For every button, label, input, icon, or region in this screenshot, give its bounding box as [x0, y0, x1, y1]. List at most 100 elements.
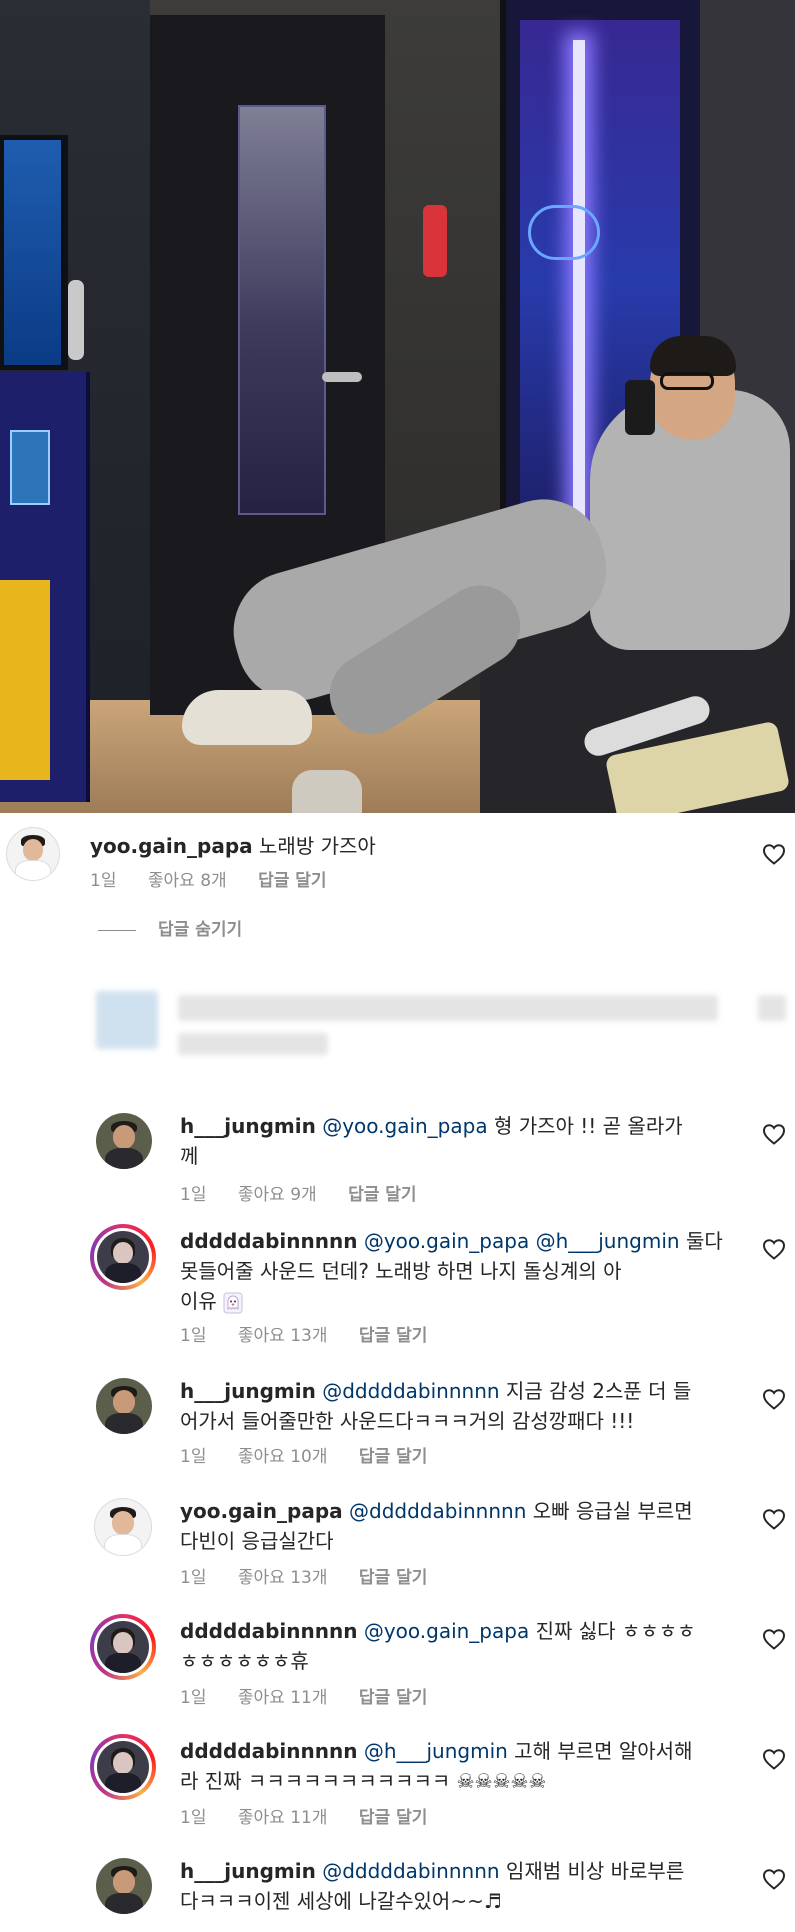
- heart-icon[interactable]: [762, 1748, 786, 1770]
- comment-text: 이유: [180, 1289, 217, 1313]
- post-photo[interactable]: [0, 0, 795, 813]
- comment-text: 어가서 들어줄만한 사운드다ㅋㅋㅋ거의 감성깡패다 !!!: [180, 1409, 635, 1433]
- photo-door-handle: [322, 372, 362, 382]
- comment-meta: 1일 좋아요 8개 답글 달기: [90, 870, 353, 892]
- comment-likes[interactable]: 좋아요 11개: [238, 1688, 328, 1708]
- photo-door-window: [238, 105, 326, 515]
- comment-text: 지금 감성 2스푼 더 들: [505, 1379, 692, 1403]
- mention-link[interactable]: @dddddabinnnnn: [349, 1499, 526, 1523]
- photo-person-shoe-back: [292, 770, 362, 813]
- reply-comment: h___jungmin @dddddabinnnnn 임재범 비상 바로부른 다…: [0, 1848, 795, 1932]
- photo-person-glasses: [660, 372, 714, 390]
- heart-icon[interactable]: [762, 1388, 786, 1410]
- comment-text: 고해 부르면 알아서해: [514, 1739, 693, 1763]
- comment-username[interactable]: dddddabinnnnn: [180, 1619, 357, 1643]
- mention-link[interactable]: @h___jungmin: [536, 1229, 680, 1253]
- heart-icon[interactable]: [762, 1123, 786, 1145]
- comment-body: h___jungmin @dddddabinnnnn 지금 감성 2스푼 더 들…: [180, 1376, 750, 1436]
- comment-body: h___jungmin @dddddabinnnnn 임재범 비상 바로부른 다…: [180, 1856, 750, 1916]
- heart-icon[interactable]: [762, 1238, 786, 1260]
- mention-link[interactable]: @dddddabinnnnn: [322, 1379, 499, 1403]
- comment-likes[interactable]: 좋아요 13개: [238, 1326, 328, 1346]
- mention-link[interactable]: @yoo.gain_papa: [364, 1229, 529, 1253]
- comment-text: ㅎㅎㅎㅎㅎㅎ휴: [180, 1649, 309, 1673]
- comment-username[interactable]: yoo.gain_papa: [180, 1499, 343, 1523]
- comment-likes[interactable]: 좋아요 10개: [238, 1447, 328, 1467]
- photo-fire-extinguisher: [423, 205, 447, 277]
- comment-likes[interactable]: 좋아요 11개: [238, 1808, 328, 1828]
- mention-link[interactable]: @dddddabinnnnn: [322, 1859, 499, 1883]
- heart-icon[interactable]: [762, 843, 786, 865]
- heart-icon[interactable]: [762, 1868, 786, 1890]
- reply-button[interactable]: 답글 달기: [348, 1185, 416, 1205]
- blurred-reply: [0, 983, 795, 1093]
- comment-text: 진짜 싫다 ㅎㅎㅎㅎ: [535, 1619, 696, 1643]
- reply-comment: h___jungmin @dddddabinnnnn 지금 감성 2스푼 더 들…: [0, 1368, 795, 1478]
- reply-button[interactable]: 답글 달기: [359, 1447, 427, 1467]
- photo-cctv-sign: [0, 580, 50, 780]
- avatar[interactable]: [96, 1378, 152, 1434]
- comment-likes[interactable]: 좋아요 9개: [238, 1185, 317, 1205]
- comment-meta: 1일 좋아요 11개 답글 달기: [180, 1687, 453, 1709]
- comments-section: yoo.gain_papa 노래방 가즈아 1일 좋아요 8개 답글 달기 답글…: [0, 813, 795, 1932]
- reply-button[interactable]: 답글 달기: [359, 1808, 427, 1828]
- comment-text: 노래방 가즈아: [259, 834, 376, 858]
- avatar[interactable]: [96, 1858, 152, 1914]
- comment-text: 께: [180, 1144, 199, 1168]
- comment-username[interactable]: h___jungmin: [180, 1859, 316, 1883]
- comment-likes[interactable]: 좋아요 8개: [148, 871, 227, 891]
- top-comment: yoo.gain_papa 노래방 가즈아 1일 좋아요 8개 답글 달기: [0, 813, 795, 913]
- comment-time: 1일: [180, 1568, 207, 1588]
- reply-button[interactable]: 답글 달기: [359, 1688, 427, 1708]
- comment-username[interactable]: h___jungmin: [180, 1379, 316, 1403]
- comment-likes[interactable]: 좋아요 13개: [238, 1568, 328, 1588]
- avatar[interactable]: [6, 827, 60, 881]
- mention-link[interactable]: @yoo.gain_papa: [364, 1619, 529, 1643]
- photo-person-hair: [650, 336, 736, 376]
- comment-username[interactable]: yoo.gain_papa: [90, 834, 253, 858]
- comment-username[interactable]: h___jungmin: [180, 1114, 316, 1138]
- avatar[interactable]: [90, 1224, 156, 1290]
- comment-time: 1일: [180, 1808, 207, 1828]
- hide-replies-label: 답글 숨기기: [158, 920, 243, 940]
- photo-tv-screen: [4, 140, 61, 365]
- comment-meta: 1일 좋아요 13개 답글 달기: [180, 1567, 453, 1589]
- comment-text: 형 가즈아 !! 곧 올라가: [493, 1114, 683, 1138]
- comment-time: 1일: [180, 1688, 207, 1708]
- avatar[interactable]: [96, 1113, 152, 1169]
- comment-meta: 1일 좋아요 9개 답글 달기: [180, 1184, 443, 1206]
- reply-button[interactable]: 답글 달기: [359, 1568, 427, 1588]
- comment-text: 다빈이 응급실간다: [180, 1529, 334, 1553]
- heart-icon[interactable]: [762, 1508, 786, 1530]
- reply-button[interactable]: 답글 달기: [258, 871, 326, 891]
- mention-link[interactable]: @yoo.gain_papa: [322, 1114, 487, 1138]
- heart-icon[interactable]: [762, 1628, 786, 1650]
- comment-meta: 1일 좋아요 13개 답글 달기: [180, 1325, 453, 1347]
- comment-text: 다ㅋㅋㅋ이젠 세상에 나갈수있어~~♬: [180, 1889, 502, 1913]
- comment-text: 못들어줄 사운드 던데? 노래방 하면 나지 돌싱계의 아: [180, 1259, 622, 1283]
- avatar[interactable]: [94, 1498, 152, 1556]
- comment-username[interactable]: dddddabinnnnn: [180, 1229, 357, 1253]
- comment-body: dddddabinnnnn @yoo.gain_papa 진짜 싫다 ㅎㅎㅎㅎ …: [180, 1616, 750, 1676]
- comment-body: dddddabinnnnn @h___jungmin 고해 부르면 알아서해 라…: [180, 1736, 750, 1796]
- avatar[interactable]: [90, 1734, 156, 1800]
- reply-comment: yoo.gain_papa @dddddabinnnnn 오빠 응급실 부르면 …: [0, 1488, 795, 1598]
- reply-comment: h___jungmin @yoo.gain_papa 형 가즈아 !! 곧 올라…: [0, 1103, 795, 1213]
- comment-time: 1일: [90, 871, 117, 891]
- ghost-emoji-icon: [223, 1292, 243, 1313]
- mention-link[interactable]: @h___jungmin: [364, 1739, 508, 1763]
- comment-meta: 1일 좋아요 10개 답글 달기: [180, 1446, 453, 1468]
- comment-text: 라 진짜 ㅋㅋㅋㅋㅋㅋㅋㅋㅋㅋㅋ ☠☠☠☠☠: [180, 1769, 547, 1793]
- comment-body: dddddabinnnnn @yoo.gain_papa @h___jungmi…: [180, 1226, 750, 1316]
- comment-body: yoo.gain_papa @dddddabinnnnn 오빠 응급실 부르면 …: [180, 1496, 750, 1556]
- photo-console-panel: [10, 430, 50, 505]
- comment-time: 1일: [180, 1447, 207, 1467]
- reply-comment: dddddabinnnnn @h___jungmin 고해 부르면 알아서해 라…: [0, 1728, 795, 1838]
- hide-replies-button[interactable]: 답글 숨기기: [98, 919, 242, 941]
- comment-username[interactable]: dddddabinnnnn: [180, 1739, 357, 1763]
- photo-person-shoe: [182, 690, 312, 745]
- photo-person-phone: [625, 380, 655, 435]
- reply-button[interactable]: 답글 달기: [359, 1326, 427, 1346]
- comment-body: yoo.gain_papa 노래방 가즈아: [90, 831, 730, 861]
- avatar[interactable]: [90, 1614, 156, 1680]
